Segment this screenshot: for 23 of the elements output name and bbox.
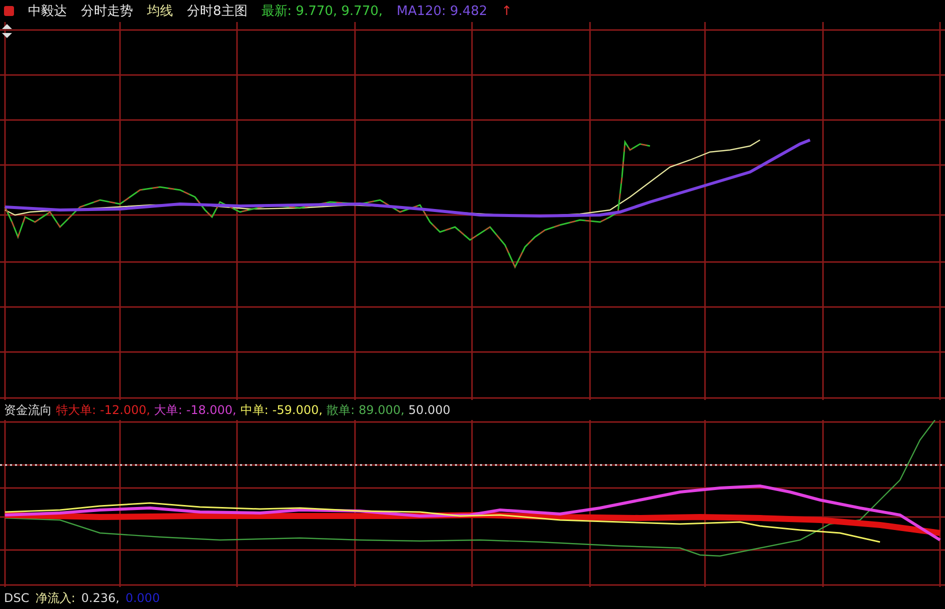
app-logo-icon xyxy=(4,6,14,16)
header-label: 分时8主图 xyxy=(187,3,248,20)
series-value: -12.000, xyxy=(100,403,150,417)
indicator-name: DSC xyxy=(4,591,30,605)
scroll-arrows-icon[interactable] xyxy=(2,24,12,38)
header-label: 分时走势 xyxy=(81,3,133,20)
series-label: 大单: xyxy=(154,402,182,418)
header-label: MA120: 9.482 xyxy=(396,4,488,18)
series-value: 89.000, xyxy=(358,403,404,417)
series-label: 中单: xyxy=(240,402,268,418)
header-label: 均线 xyxy=(147,3,173,20)
net-inflow-value: 0.236, xyxy=(81,591,120,605)
header-label: 中毅达 xyxy=(28,3,67,20)
series-value: -59.000, xyxy=(272,403,323,417)
series-value: 50.000 xyxy=(408,403,450,417)
indicator-title: 资金流向 xyxy=(4,402,52,418)
header-label: 最新: 9.770, 9.770, xyxy=(261,3,383,20)
series-label: 散单: xyxy=(326,402,355,418)
net-inflow-label: 净流入: xyxy=(35,590,76,606)
series-value: -18.000, xyxy=(186,403,236,417)
net-inflow-value: 0.000 xyxy=(125,591,160,605)
header-label: ↑ xyxy=(501,4,512,18)
series-label: 特大单: xyxy=(56,402,96,418)
